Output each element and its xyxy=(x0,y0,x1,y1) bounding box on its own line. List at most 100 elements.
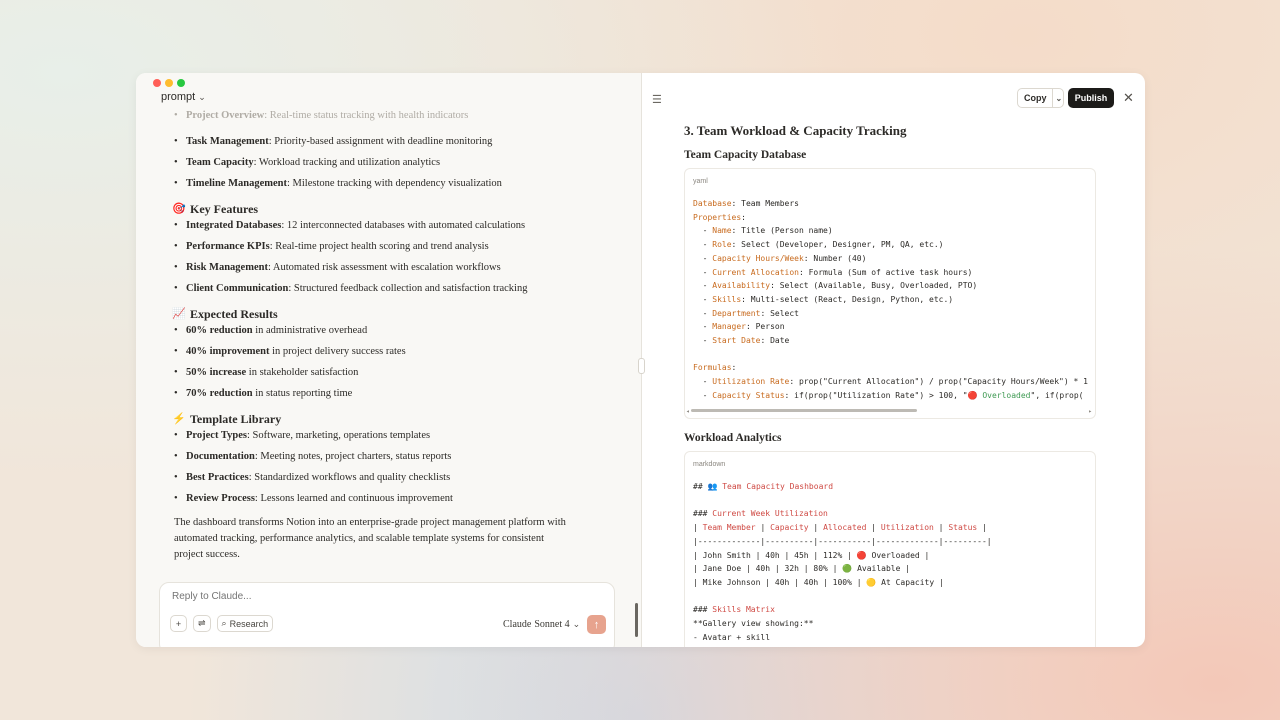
bullet-dot: • xyxy=(174,346,178,357)
code-token: : Select (Available, Busy, Overloaded, P… xyxy=(770,281,978,291)
copy-button[interactable]: Copy xyxy=(1018,89,1053,107)
code-line: **Gallery view showing:** xyxy=(693,617,1095,631)
chat-scrollbar[interactable] xyxy=(635,603,638,637)
close-window-icon[interactable] xyxy=(153,79,161,87)
code-line: Formulas: xyxy=(693,361,1095,375)
item-text: : Standardized workflows and quality che… xyxy=(248,472,451,483)
code-token: Skills xyxy=(712,294,742,304)
bullet-dot: • xyxy=(174,157,178,168)
code-content: Database: Team Members Properties: - Name… xyxy=(685,192,1095,403)
chat-panel: prompt ⌄ • Project Overview: Real-time s… xyxy=(136,73,642,647)
claude-window: prompt ⌄ • Project Overview: Real-time s… xyxy=(136,73,1145,647)
item-text: : Real-time project health scoring and t… xyxy=(269,241,489,252)
chat-message: • Project Overview: Real-time status tra… xyxy=(172,109,594,563)
code-token: : Person xyxy=(745,322,785,332)
sliders-icon[interactable]: ⇌ xyxy=(193,615,211,632)
table-of-contents-icon[interactable]: ☰ xyxy=(652,93,662,106)
close-icon[interactable]: ✕ xyxy=(1123,90,1134,106)
chevron-down-icon[interactable]: ⌄ xyxy=(1053,94,1066,103)
code-token: : Team Members xyxy=(731,199,799,208)
code-token: Skills Matrix xyxy=(712,605,775,615)
item-bold: Integrated Databases xyxy=(186,220,282,231)
conversation-title-dropdown[interactable]: prompt ⌄ xyxy=(161,91,206,103)
item-bold: Performance KPIs xyxy=(186,241,270,252)
subheading-team-capacity-database: Team Capacity Database xyxy=(684,149,807,161)
maximize-window-icon[interactable] xyxy=(177,79,185,87)
bullet-dot: • xyxy=(174,472,178,483)
code-token: : if(prop("Utilization Rate") > 100, " xyxy=(784,390,968,400)
faded-list-item: • Project Overview: Real-time status tra… xyxy=(174,110,469,121)
section-heading: 🎯 Key Features xyxy=(172,198,594,219)
publish-button[interactable]: Publish xyxy=(1068,88,1114,108)
list-item-content: 60% reduction in administrative overhead xyxy=(186,324,367,338)
item-text: : Milestone tracking with dependency vis… xyxy=(287,178,502,189)
plus-icon[interactable]: + xyxy=(170,615,187,632)
scroll-right-icon[interactable]: ▸ xyxy=(1088,408,1092,415)
code-token: | John Smith | 40h | 45h | 112% | 🔴 Over… xyxy=(693,550,930,560)
bullet-dot: • xyxy=(174,388,178,399)
item-text: : Software, marketing, operations templa… xyxy=(246,430,431,441)
yaml-code-block: yaml Database: Team Members Properties: -… xyxy=(684,168,1096,419)
list-item: • Timeline Management: Milestone tracking… xyxy=(174,177,594,198)
section-title: Template Library xyxy=(190,411,282,426)
code-token: : xyxy=(741,212,746,222)
code-token: - xyxy=(693,240,713,250)
code-token: : Title (Person name) xyxy=(731,226,833,236)
item-bold: 60% reduction xyxy=(186,325,253,336)
list-item: • 60% reduction in administrative overhea… xyxy=(174,324,594,345)
list-item-content: Documentation: Meeting notes, project ch… xyxy=(186,450,451,464)
list-item: • 40% improvement in project delivery suc… xyxy=(174,345,594,366)
code-token: - xyxy=(693,377,713,387)
code-token: : Number (40) xyxy=(803,253,867,263)
code-token: Current Week Utilization xyxy=(712,509,828,519)
code-token: : Formula (Sum of active task hours) xyxy=(798,267,973,277)
code-line: Database: Team Members xyxy=(693,197,1095,211)
reply-composer: + ⇌ ⌕ Research Claude Sonnet 4 ⌄ ↑ xyxy=(159,582,615,647)
model-selector[interactable]: Claude Sonnet 4 ⌄ xyxy=(503,619,580,630)
code-line: - Skills: Multi-select (React, Design, P… xyxy=(693,293,1095,307)
code-line: - Start Date: Date xyxy=(693,334,1095,348)
code-token: ### xyxy=(693,605,713,615)
code-token: Department xyxy=(712,308,761,318)
horizontal-scrollbar[interactable] xyxy=(691,409,917,412)
list-item-content: Performance KPIs: Real-time project heal… xyxy=(186,240,489,254)
code-token: | Mike Johnson | 40h | 40h | 100% | 🟡 At… xyxy=(693,577,944,587)
code-token: | Jane Doe | 40h | 32h | 80% | 🟢 Availab… xyxy=(693,564,911,574)
list-item: • Risk Management: Automated risk assessm… xyxy=(174,261,594,282)
code-token: - xyxy=(693,281,713,291)
code-token: Status xyxy=(948,523,978,533)
section-emoji-icon: ⚡ xyxy=(172,412,186,425)
code-token: - xyxy=(693,390,713,400)
code-line: - Current Allocation: Formula (Sum of ac… xyxy=(693,266,1095,280)
arrow-up-icon: ↑ xyxy=(593,618,600,631)
item-bold: Timeline Management xyxy=(186,178,288,189)
code-token: |-------------|----------|-----------|--… xyxy=(693,536,992,546)
item-bold: Project Types xyxy=(186,430,247,441)
bullet-dot: • xyxy=(174,283,178,294)
artifact-document: 3. Team Workload & Capacity Tracking Tea… xyxy=(684,121,1096,647)
code-token: Utilization Rate xyxy=(712,377,790,387)
window-controls xyxy=(153,79,185,87)
code-token: | xyxy=(755,523,771,533)
code-token: Capacity Status xyxy=(712,390,785,400)
scroll-left-icon[interactable]: ◂ xyxy=(686,408,690,415)
minimize-window-icon[interactable] xyxy=(165,79,173,87)
model-version: Sonnet 4 xyxy=(534,619,570,630)
code-token: Manager xyxy=(712,322,746,332)
code-line: ### Skills Matrix xyxy=(693,603,1095,617)
item-bold: Task Management xyxy=(186,136,269,147)
code-line: | Jane Doe | 40h | 32h | 80% | 🟢 Availab… xyxy=(693,562,1095,576)
research-button[interactable]: ⌕ Research xyxy=(216,615,274,632)
list-item-content: Team Capacity: Workload tracking and uti… xyxy=(186,156,440,170)
code-line: | John Smith | 40h | 45h | 112% | 🔴 Over… xyxy=(693,549,1095,563)
code-token: : Select xyxy=(760,308,799,318)
send-button[interactable]: ↑ xyxy=(587,615,606,634)
code-token: - xyxy=(693,226,713,236)
code-token: - xyxy=(693,294,713,304)
code-token: - Avatar + skill xyxy=(693,632,771,642)
code-token: | xyxy=(693,523,703,533)
section-heading: 3. Team Workload & Capacity Tracking xyxy=(684,123,907,138)
item-bold: Best Practices xyxy=(186,472,249,483)
reply-input[interactable] xyxy=(170,590,474,603)
